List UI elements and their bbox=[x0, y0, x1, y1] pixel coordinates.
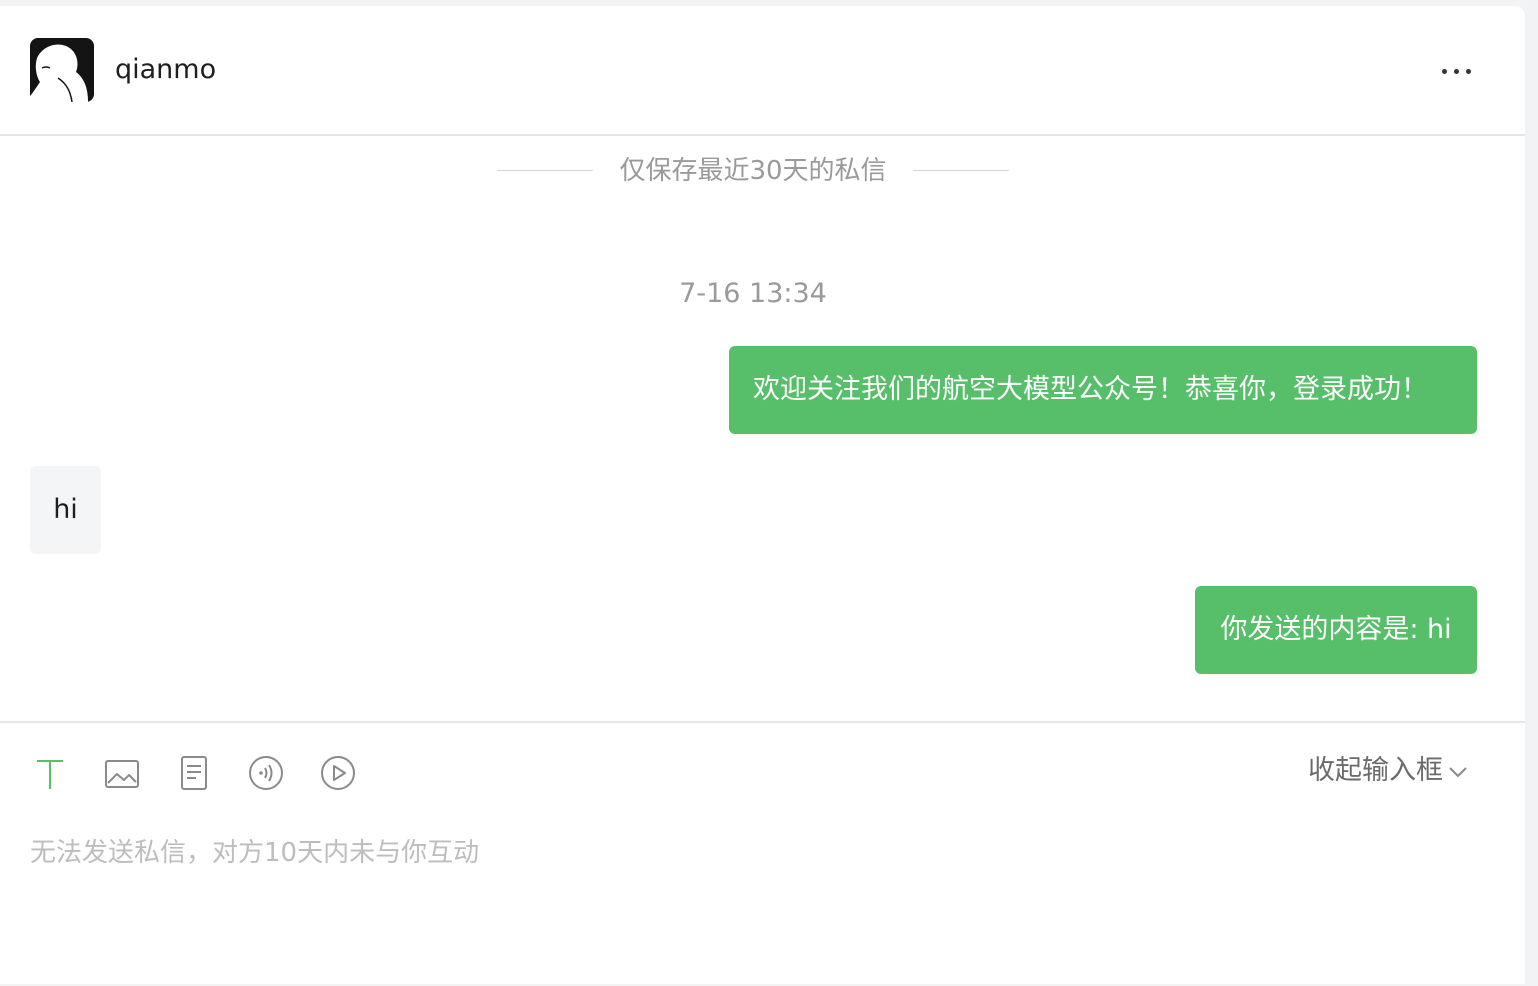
more-dots-icon bbox=[1442, 69, 1447, 74]
retention-notice: 仅保存最近30天的私信 bbox=[497, 151, 1009, 191]
chevron-down-icon bbox=[1449, 766, 1467, 777]
image-tool-button[interactable] bbox=[102, 753, 142, 793]
video-icon bbox=[321, 756, 355, 790]
more-options-button[interactable] bbox=[1436, 56, 1478, 86]
audio-icon bbox=[249, 756, 283, 790]
chat-username: qianmo bbox=[115, 54, 217, 85]
audio-tool-button[interactable] bbox=[246, 753, 286, 793]
article-tool-button[interactable] bbox=[174, 753, 214, 793]
incoming-message-bubble: hi bbox=[30, 466, 101, 554]
avatar-illustration-icon bbox=[30, 38, 94, 102]
divider-left bbox=[497, 170, 593, 171]
collapse-input-button[interactable]: 收起输入框 bbox=[1308, 751, 1469, 791]
document-icon bbox=[181, 756, 207, 790]
outgoing-message-bubble: 你发送的内容是: hi bbox=[1195, 586, 1477, 674]
collapse-input-label: 收起输入框 bbox=[1308, 755, 1443, 786]
message-timestamp: 7-16 13:34 bbox=[679, 278, 827, 309]
text-icon bbox=[37, 760, 63, 789]
avatar[interactable] bbox=[30, 38, 94, 102]
chat-header: qianmo bbox=[0, 6, 1525, 136]
message-input[interactable] bbox=[30, 823, 1490, 883]
chat-panel: qianmo 仅保存最近30天的私信 7-16 13:34 欢迎关注我们的航空大… bbox=[0, 6, 1525, 984]
message-composer: 收起输入框 bbox=[0, 721, 1525, 986]
retention-notice-text: 仅保存最近30天的私信 bbox=[619, 156, 887, 186]
video-tool-button[interactable] bbox=[318, 753, 358, 793]
outgoing-message-bubble: 欢迎关注我们的航空大模型公众号！恭喜你，登录成功！ bbox=[729, 346, 1477, 434]
image-icon bbox=[105, 760, 139, 788]
divider-right bbox=[913, 170, 1009, 171]
text-tool-button[interactable] bbox=[30, 753, 70, 793]
